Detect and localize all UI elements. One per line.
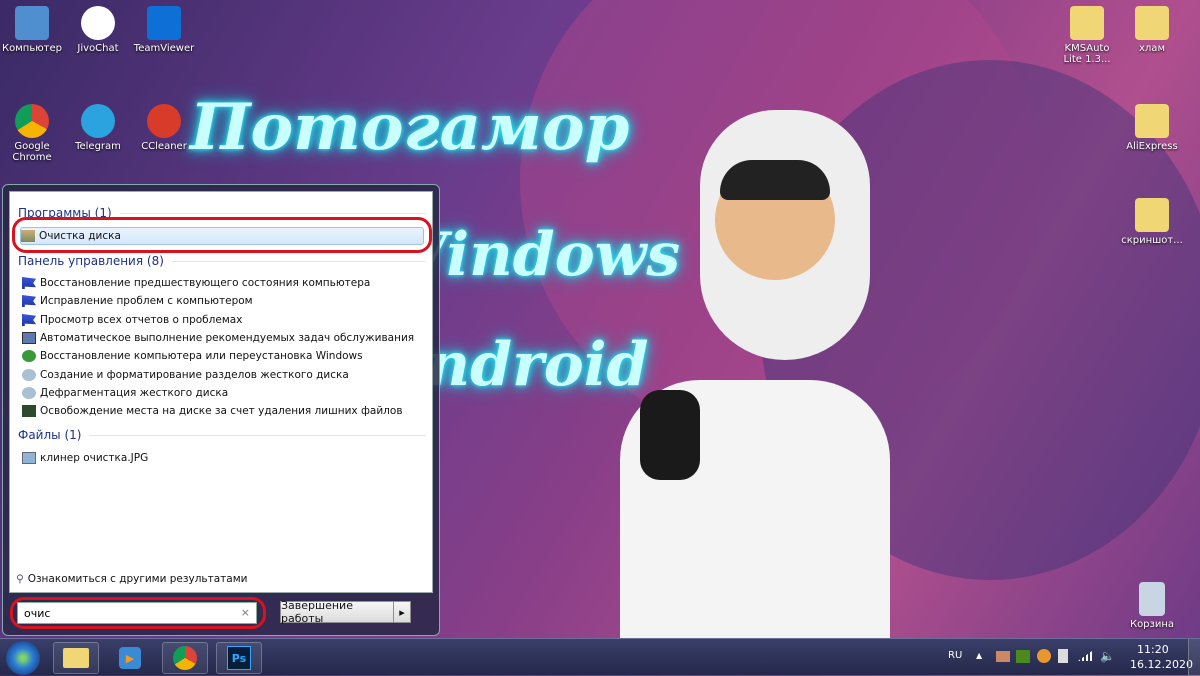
volume-icon[interactable]: 🔈 <box>1100 649 1115 663</box>
result-item[interactable]: Просмотр всех отчетов о проблемах <box>22 311 422 329</box>
result-item[interactable]: Автоматическое выполнение рекомендуемых … <box>22 329 422 347</box>
result-label: Восстановление компьютера или переустано… <box>40 350 363 362</box>
desktop-icon-teamviewer[interactable]: TeamViewer <box>132 6 196 54</box>
desktop-icon-screenshots[interactable]: скриншот... <box>1120 198 1184 246</box>
taskbar-photoshop[interactable]: Ps <box>216 642 262 674</box>
result-label: Просмотр всех отчетов о проблемах <box>40 314 243 326</box>
taskbar: ▶ Ps RU ▲ 🔈 11:20 16.12.2020 <box>0 638 1200 676</box>
desktop-icon-kmsauto[interactable]: KMSAuto Lite 1.3... <box>1055 6 1119 65</box>
result-item[interactable]: Создание и форматирование разделов жестк… <box>22 366 422 384</box>
jivochat-icon <box>81 6 115 40</box>
taskbar-media-player[interactable]: ▶ <box>107 642 153 674</box>
taskbar-chrome[interactable] <box>162 642 208 674</box>
nvidia-icon[interactable] <box>1016 650 1030 663</box>
folder-icon <box>1070 6 1104 40</box>
group-header: Панель управления (8) <box>18 254 164 268</box>
admin-tools-icon <box>22 369 36 381</box>
admin-tools-icon <box>22 387 36 399</box>
power-icon[interactable] <box>1058 649 1068 663</box>
icon-label: JivoChat <box>77 43 119 54</box>
folder-icon <box>1135 6 1169 40</box>
folder-icon <box>1135 104 1169 138</box>
result-label: Восстановление предшествующего состояния… <box>40 277 371 289</box>
icon-label: Корзина <box>1129 619 1175 630</box>
shutdown-button[interactable]: Завершение работы <box>280 599 394 625</box>
icon-label: скриншот... <box>1121 235 1183 246</box>
chrome-icon <box>15 104 49 138</box>
shutdown-options-button[interactable]: ▸ <box>393 601 411 623</box>
image-file-icon <box>22 452 36 464</box>
icon-label: Google Chrome <box>12 141 52 163</box>
more-results-link[interactable]: ⚲ Ознакомиться с другими результатами <box>16 570 416 588</box>
star-app-icon[interactable] <box>1037 649 1051 663</box>
icon-label: KMSAuto Lite 1.3... <box>1063 43 1111 65</box>
ccleaner-icon <box>147 104 181 138</box>
desktop-icon-computer[interactable]: Компьютер <box>0 6 64 54</box>
result-label: Дефрагментация жесткого диска <box>40 387 229 399</box>
start-button[interactable] <box>6 641 40 675</box>
result-label: Освобождение места на диске за счет удал… <box>40 405 403 417</box>
show-desktop-button[interactable] <box>1188 639 1200 676</box>
desktop-icon-ccleaner[interactable]: CCleaner <box>132 104 196 152</box>
taskbar-explorer[interactable] <box>53 642 99 674</box>
disk-icon <box>22 405 36 417</box>
desktop-icon-recycle-bin[interactable]: Корзина <box>1120 582 1184 630</box>
photoshop-icon: Ps <box>227 646 251 670</box>
icon-label: TeamViewer <box>133 43 195 54</box>
media-player-icon: ▶ <box>119 647 141 669</box>
desktop-icon-jivochat[interactable]: JivoChat <box>66 6 130 54</box>
clock-date[interactable]: 16.12.2020 <box>1130 658 1193 671</box>
icon-label: хлам <box>1139 43 1165 54</box>
highlight-annotation <box>10 597 266 629</box>
folder-icon <box>63 648 89 668</box>
desktop-icon-hlam[interactable]: хлам <box>1120 6 1184 54</box>
result-item[interactable]: Восстановление предшествующего состояния… <box>22 274 422 292</box>
flag-icon <box>22 314 36 326</box>
result-file[interactable]: клинер очистка.JPG <box>22 449 422 467</box>
group-files: Файлы (1) <box>18 428 426 442</box>
result-item[interactable]: Освобождение места на диске за счет удал… <box>22 402 422 420</box>
desktop-icon-telegram[interactable]: Telegram <box>66 104 130 152</box>
recovery-icon <box>22 350 36 362</box>
flag-icon <box>22 277 36 289</box>
result-label: Автоматическое выполнение рекомендуемых … <box>40 332 415 344</box>
recycle-bin-icon <box>1139 582 1165 616</box>
chrome-icon <box>173 646 197 670</box>
result-label: Исправление проблем с компьютером <box>40 295 253 307</box>
computer-icon <box>15 6 49 40</box>
result-label: клинер очистка.JPG <box>40 452 149 464</box>
teamviewer-icon <box>147 6 181 40</box>
result-item[interactable]: Восстановление компьютера или переустано… <box>22 347 422 365</box>
icon-label: Telegram <box>75 141 121 152</box>
more-results-label: Ознакомиться с другими результатами <box>27 573 248 585</box>
icon-label: CCleaner <box>141 141 187 152</box>
language-indicator[interactable]: RU <box>948 650 962 661</box>
folder-icon <box>1135 198 1169 232</box>
desktop-icon-aliexpress[interactable]: AliExpress <box>1120 104 1184 152</box>
result-label: Создание и форматирование разделов жестк… <box>40 369 349 381</box>
icon-label: Компьютер <box>2 43 62 54</box>
flag-icon <box>22 295 36 307</box>
telegram-icon <box>81 104 115 138</box>
network-signal-icon[interactable] <box>1078 651 1092 661</box>
highlight-annotation <box>12 217 432 253</box>
clock-time[interactable]: 11:20 <box>1137 643 1169 656</box>
desktop-icon-chrome[interactable]: Google Chrome <box>0 104 64 163</box>
wallpaper-logo: Потогамор <box>190 90 630 165</box>
display-icon[interactable] <box>996 651 1010 662</box>
group-control-panel: Панель управления (8) <box>18 254 426 268</box>
maintenance-icon <box>22 332 36 344</box>
result-item[interactable]: Исправление проблем с компьютером <box>22 292 422 310</box>
search-icon: ⚲ <box>16 573 24 585</box>
icon-label: AliExpress <box>1126 141 1178 152</box>
show-hidden-icons-button[interactable]: ▲ <box>976 651 982 660</box>
group-header: Файлы (1) <box>18 428 82 442</box>
result-item[interactable]: Дефрагментация жесткого диска <box>22 384 422 402</box>
